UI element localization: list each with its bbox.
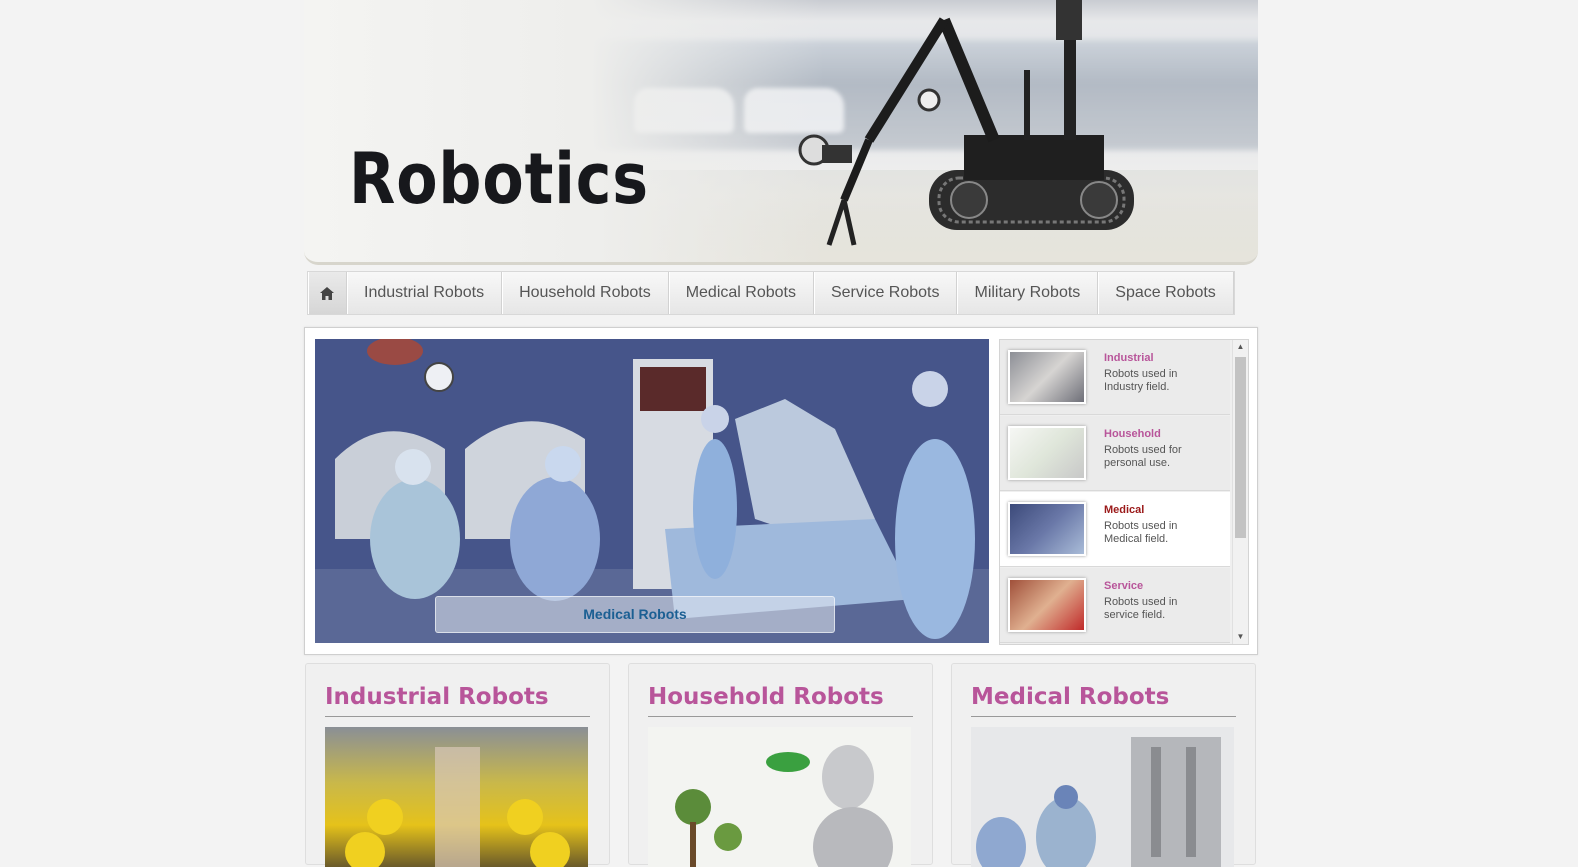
card-image-household[interactable] <box>648 727 911 867</box>
slider-caption[interactable]: Medical Robots <box>435 596 835 633</box>
nav-service-robots[interactable]: Service Robots <box>814 272 958 314</box>
nav-industrial-robots[interactable]: Industrial Robots <box>347 272 503 314</box>
card-image-industrial[interactable] <box>325 727 588 867</box>
thumb-description: Robots used for personal use. <box>1104 444 1182 469</box>
nav-space-robots[interactable]: Space Robots <box>1098 272 1234 314</box>
nav-military-robots[interactable]: Military Robots <box>957 272 1099 314</box>
thumb-title: Industrial <box>1104 352 1154 364</box>
thumb-industrial[interactable]: Industrial Robots used in Industry field… <box>1000 340 1230 415</box>
thumb-description: Robots used in Medical field. <box>1104 520 1178 545</box>
nav-home[interactable] <box>308 272 347 314</box>
site-title: Robotics <box>349 138 649 220</box>
thumb-image <box>1008 426 1086 480</box>
card-industrial: Industrial Robots <box>305 663 610 867</box>
arrow-up-icon[interactable]: ▲ <box>1233 340 1248 354</box>
thumb-description: Robots used in service field. <box>1104 596 1178 621</box>
thumb-scrollbar[interactable]: ▲ ▼ <box>1232 340 1248 644</box>
thumb-image <box>1008 578 1086 632</box>
home-icon <box>320 286 334 300</box>
robot-image <box>798 0 1134 246</box>
thumb-title: Medical <box>1104 504 1145 516</box>
card-image-medical[interactable] <box>971 727 1234 867</box>
arrow-down-icon[interactable]: ▼ <box>1233 630 1248 644</box>
nav-medical-robots[interactable]: Medical Robots <box>669 272 814 314</box>
card-medical: Medical Robots <box>951 663 1256 867</box>
featured-slider: Medical Robots Industrial Robots used in… <box>304 327 1258 655</box>
slider-thumbnail-list: Industrial Robots used in Industry field… <box>999 339 1249 645</box>
factory-photo <box>345 747 570 867</box>
thumb-title: Service <box>1104 580 1144 592</box>
card-title[interactable]: Industrial Robots <box>325 684 590 717</box>
thumb-description: Robots used in Industry field. <box>1104 368 1178 393</box>
main-nav: Industrial Robots Household Robots Medic… <box>307 271 1235 315</box>
thumb-service[interactable]: Service Robots used in service field. <box>1000 568 1230 643</box>
thumb-household[interactable]: Household Robots used for personal use. <box>1000 416 1230 491</box>
card-title[interactable]: Household Robots <box>648 684 913 717</box>
household-robot-photo <box>675 745 893 867</box>
header-banner: Robotics <box>304 0 1258 265</box>
thumb-image <box>1008 350 1086 404</box>
card-title[interactable]: Medical Robots <box>971 684 1236 717</box>
thumb-medical[interactable]: Medical Robots used in Medical field. <box>1000 492 1230 567</box>
medical-robot-photo <box>976 737 1221 867</box>
card-household: Household Robots <box>628 663 933 867</box>
banner-fade <box>304 0 824 262</box>
slider-main-image[interactable]: Medical Robots <box>315 339 989 643</box>
thumb-title: Household <box>1104 428 1161 440</box>
scrollbar-thumb[interactable] <box>1235 357 1246 538</box>
nav-household-robots[interactable]: Household Robots <box>502 272 669 314</box>
thumb-image <box>1008 502 1086 556</box>
